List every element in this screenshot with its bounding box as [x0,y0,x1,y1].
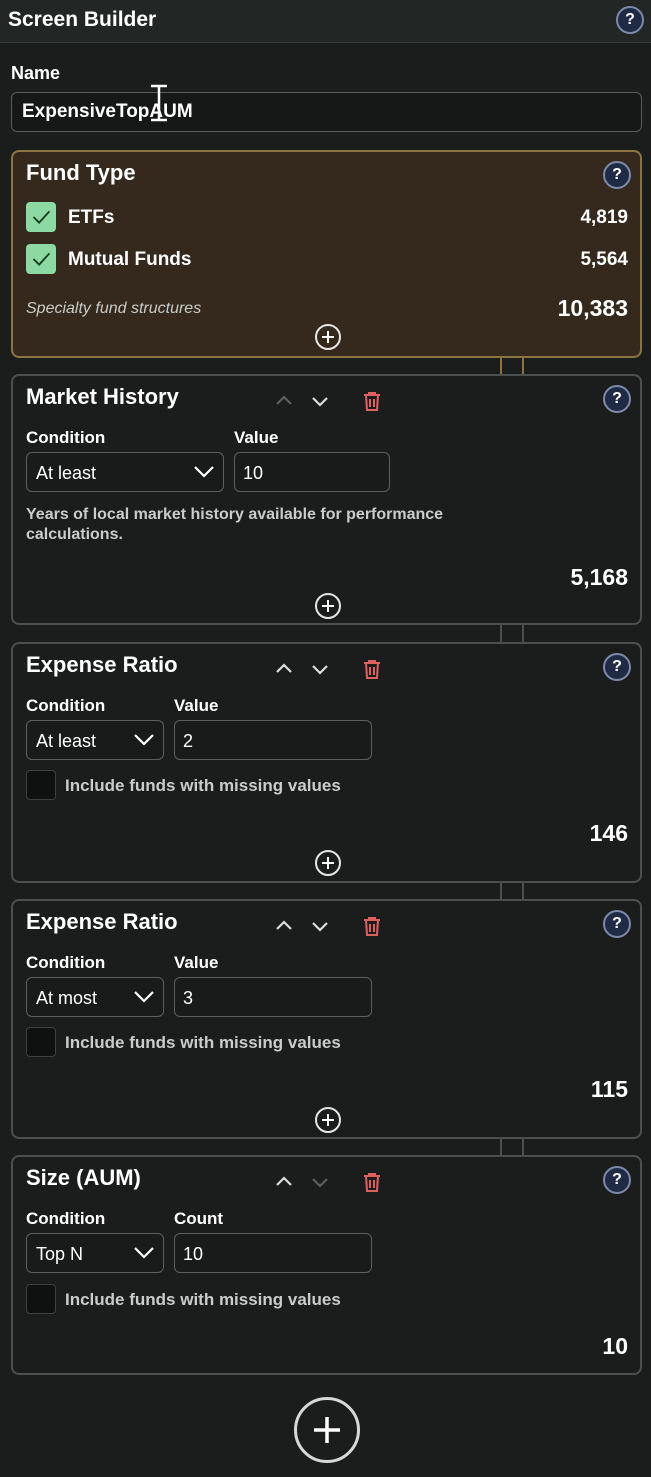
add-filter-button[interactable] [315,593,341,619]
include-missing-checkbox[interactable] [26,1284,56,1314]
count-label: Count [174,1209,224,1228]
specialty-fund-link[interactable]: Specialty fund structures [26,300,201,318]
condition-value: At least [36,463,97,483]
result-count: 5,168 [570,564,628,590]
delete-icon[interactable] [362,915,382,937]
value-text: 3 [183,988,194,1008]
result-count: 10 [602,1333,628,1359]
connector [500,623,524,644]
mutual-funds-label: Mutual Funds [68,249,192,270]
card-title: Fund Type [26,160,136,185]
delete-icon[interactable] [362,390,382,412]
text-cursor-icon [151,84,167,122]
value-text: 2 [183,731,194,751]
add-filter-button[interactable] [315,1107,341,1133]
result-count: 10,383 [557,295,628,321]
checkmark-icon [32,210,51,224]
card-title: Expense Ratio [26,909,178,934]
help-icon[interactable]: ? [603,910,631,938]
panel-header: Screen Builder ? [0,0,651,43]
help-icon[interactable]: ? [603,161,631,189]
filter-card: Market History ? Condition Value At leas… [11,374,642,625]
value-text: 10 [243,463,264,483]
value-label: Value [174,953,219,972]
help-icon[interactable]: ? [603,653,631,681]
plus-icon [314,1417,340,1443]
filter-card: Expense Ratio ? Condition Value At most … [11,899,642,1139]
panel-title: Screen Builder [8,8,157,31]
filter-description: Years of local market history available … [26,506,444,543]
etfs-count: 4,819 [580,207,628,228]
etfs-label: ETFs [68,207,115,228]
include-missing-label: Include funds with missing values [65,776,341,795]
condition-label: Condition [26,696,106,715]
condition-label: Condition [26,1209,106,1228]
condition-value: At least [36,731,97,751]
value-label: Value [234,428,279,447]
delete-icon[interactable] [362,1171,382,1193]
plus-icon [322,600,334,612]
move-down-icon[interactable] [309,915,331,937]
help-icon[interactable]: ? [616,6,644,34]
screen-name-input[interactable] [11,92,642,132]
value-input[interactable]: 10 [234,452,390,492]
fund-type-card: Fund Type ? ETFs 4,819 Mutual Funds 5,56… [11,150,642,358]
value-input[interactable]: 3 [174,977,372,1017]
condition-select[interactable]: Top N [26,1233,164,1273]
value-input[interactable]: 2 [174,720,372,760]
filter-card: Expense Ratio ? Condition Value At least… [11,642,642,883]
include-missing-checkbox[interactable] [26,1027,56,1057]
add-filter-button[interactable] [315,850,341,876]
include-missing-label: Include funds with missing values [65,1290,341,1309]
card-title: Market History [26,384,179,409]
etfs-checkbox[interactable] [26,202,56,232]
move-up-icon[interactable] [273,658,295,680]
help-icon[interactable]: ? [603,385,631,413]
include-missing-checkbox[interactable] [26,770,56,800]
filter-card: Size (AUM) ? Condition Count Top N 10 In… [11,1155,642,1375]
condition-value: At most [36,988,98,1008]
connector [500,1137,524,1157]
card-title: Expense Ratio [26,652,178,677]
move-up-icon[interactable] [273,915,295,937]
add-filter-button[interactable] [315,324,341,350]
connector [500,356,524,376]
chevron-down-icon [134,1247,154,1259]
move-down-icon[interactable] [309,390,331,412]
add-filter-large-button[interactable] [294,1397,360,1463]
condition-select[interactable]: At most [26,977,164,1017]
condition-label: Condition [26,428,106,447]
mutual-funds-checkbox[interactable] [26,244,56,274]
value-label: Value [174,696,219,715]
mutual-funds-count: 5,564 [580,249,628,270]
card-title: Size (AUM) [26,1165,141,1190]
condition-label: Condition [26,953,106,972]
move-down-icon[interactable] [309,658,331,680]
chevron-down-icon [134,734,154,746]
condition-select[interactable]: At least [26,452,224,492]
delete-icon[interactable] [362,658,382,680]
name-label: Name [11,63,61,83]
checkmark-icon [32,252,51,266]
plus-icon [322,857,334,869]
help-icon[interactable]: ? [603,1166,631,1194]
count-input[interactable]: 10 [174,1233,372,1273]
result-count: 146 [589,820,628,846]
condition-value: Top N [36,1244,84,1264]
chevron-down-icon [134,991,154,1003]
result-count: 115 [590,1076,628,1102]
move-up-icon [276,395,292,405]
include-missing-label: Include funds with missing values [65,1033,341,1052]
value-text: 10 [183,1244,204,1264]
move-up-icon[interactable] [273,1171,295,1193]
chevron-down-icon [194,466,214,478]
plus-icon [322,331,334,343]
condition-select[interactable]: At least [26,720,164,760]
move-down-icon [312,1178,328,1188]
plus-icon [322,1114,334,1126]
connector [500,881,524,901]
